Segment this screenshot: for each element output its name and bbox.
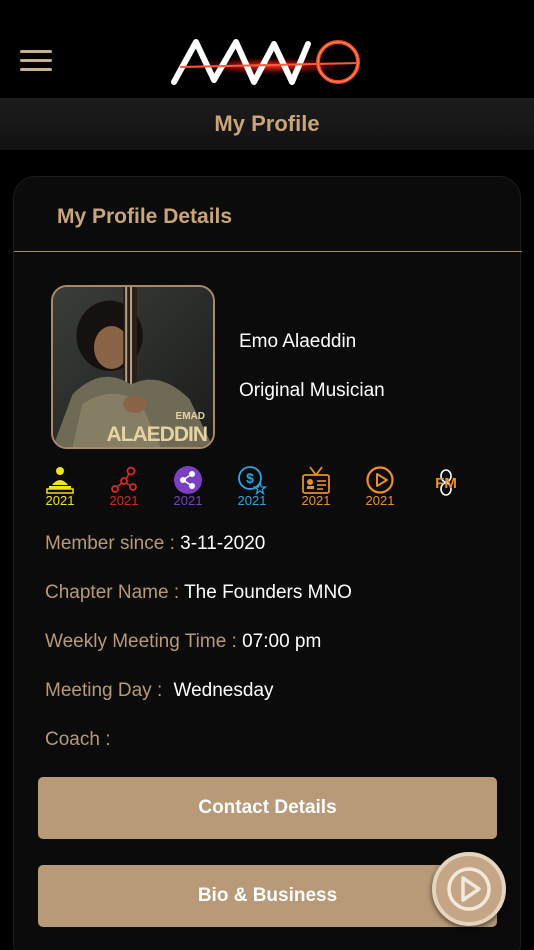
badge-year: 2021 — [237, 493, 267, 508]
badge-year: 2021 — [173, 493, 203, 508]
avatar-caption-large: ALAEDDIN — [106, 423, 208, 446]
chapter-row: Chapter Name : The Founders MNO — [45, 582, 352, 604]
play-circle-icon — [447, 867, 491, 911]
meeting-time-value: 07:00 pm — [242, 631, 322, 652]
coach-label: Coach : — [45, 729, 111, 750]
dollar-star-icon: $ — [238, 466, 267, 495]
mno-logo — [170, 36, 366, 88]
meeting-time-label: Weekly Meeting Time : — [45, 631, 237, 652]
chapter-value: The Founders MNO — [184, 582, 352, 603]
svg-text:$: $ — [246, 470, 254, 486]
meeting-day-value: Wednesday — [173, 680, 274, 701]
meeting-day-label: Meeting Day : — [45, 680, 163, 701]
avatar: EMAD ALAEDDIN — [51, 285, 215, 449]
contact-details-button[interactable]: Contact Details — [38, 777, 497, 839]
badge-year: 2021 — [365, 493, 395, 508]
page-title-bar: My Profile — [0, 98, 534, 150]
profile-name: Emo Alaeddin — [239, 331, 357, 352]
top-bar — [0, 0, 534, 98]
badge-year: 2021 — [109, 493, 139, 508]
network-growth-badge[interactable]: 2021 — [106, 465, 142, 511]
card-title: My Profile Details — [57, 205, 233, 228]
floating-play-button[interactable] — [432, 852, 506, 926]
fm-badge[interactable]: FM — [426, 465, 466, 511]
badge-row: 2021 2021 2021 $ 2021 2021 2021 FM — [42, 465, 482, 515]
teacher-presentation-icon — [46, 467, 74, 494]
badge-fm-label: FM — [435, 475, 457, 492]
coach-row: Coach : — [45, 729, 110, 751]
member-since-value: 3-11-2020 — [180, 533, 266, 554]
meeting-time-row: Weekly Meeting Time : 07:00 pm — [45, 631, 321, 653]
chapter-label: Chapter Name : — [45, 582, 180, 603]
member-since-row: Member since : 3-11-2020 — [45, 533, 265, 555]
page-title: My Profile — [214, 111, 320, 136]
id-card-badge[interactable]: 2021 — [298, 465, 334, 511]
meeting-day-row: Meeting Day : Wednesday — [45, 680, 274, 702]
badge-year: 2021 — [45, 493, 75, 508]
network-growth-icon — [111, 466, 137, 493]
profile-role: Original Musician — [239, 380, 385, 401]
play-badge[interactable]: 2021 — [362, 465, 398, 511]
dollar-star-badge[interactable]: $ 2021 — [234, 465, 270, 511]
hamburger-menu-icon[interactable] — [20, 50, 52, 74]
play-circle-icon — [366, 466, 394, 494]
profile-details-card: My Profile Details EMAD ALAEDDIN Emo Ala… — [13, 176, 522, 950]
share-badge[interactable]: 2021 — [170, 465, 206, 511]
divider — [14, 251, 522, 252]
member-since-label: Member since : — [45, 533, 175, 554]
teacher-presentation-badge[interactable]: 2021 — [42, 465, 78, 511]
id-card-icon — [302, 466, 330, 494]
bio-business-button[interactable]: Bio & Business — [38, 865, 497, 927]
badge-year: 2021 — [301, 493, 331, 508]
avatar-caption-small: EMAD — [175, 411, 205, 422]
share-circle-icon — [174, 466, 202, 494]
